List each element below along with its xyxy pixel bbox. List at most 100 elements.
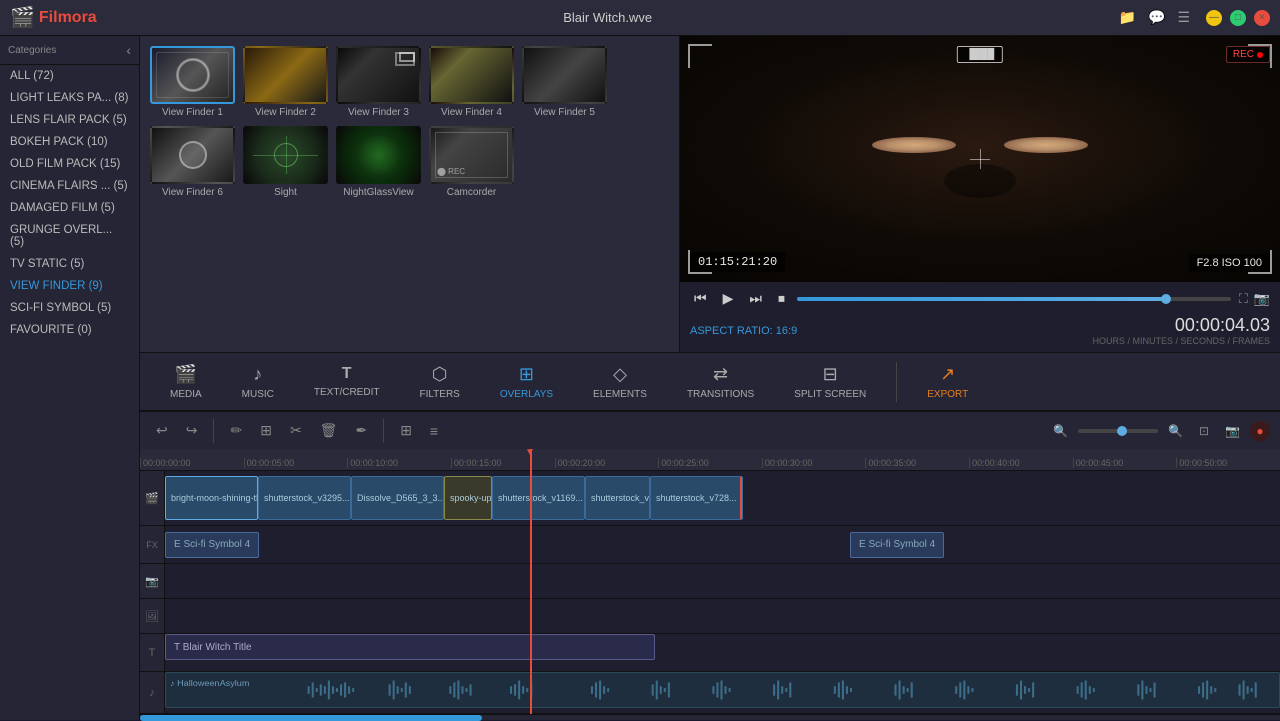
tool-music[interactable]: ♪ MUSIC — [232, 360, 284, 404]
tool-export[interactable]: ↗ EXPORT — [917, 360, 978, 404]
chat-icon[interactable]: 💬 — [1148, 9, 1165, 26]
progress-bar[interactable] — [797, 297, 1231, 301]
tool-elements[interactable]: ◇ ELEMENTS — [583, 360, 657, 404]
vf-timecode: 01:15:21:20 — [690, 252, 785, 272]
sidebar-item-favourite[interactable]: FAVOURITE (0) — [0, 319, 139, 341]
sidebar-item-lens-flair[interactable]: LENS FLAIR PACK (5) — [0, 109, 139, 131]
overlay-item-vf3[interactable]: View Finder 3 — [336, 46, 421, 118]
fit-button[interactable]: ⊡ — [1193, 421, 1215, 441]
sidebar-header: Categories ‹ — [0, 36, 139, 65]
overlay-thumb-sight[interactable] — [243, 126, 328, 184]
tool-transitions[interactable]: ⇄ TRANSITIONS — [677, 360, 764, 404]
snapshot-tl-button[interactable]: 📷 — [1219, 421, 1246, 441]
folder-icon[interactable]: 📁 — [1119, 9, 1136, 26]
undo-button[interactable]: ↩ — [150, 419, 174, 442]
empty-track-1-body — [165, 564, 1280, 598]
skip-back-button[interactable]: ⏮ — [690, 288, 711, 309]
pen-button[interactable]: ✏ — [224, 419, 248, 442]
tool-text[interactable]: T TEXT/CREDIT — [304, 361, 390, 402]
add-audio-button[interactable]: ⊞ — [394, 419, 418, 442]
overlay-item-vf4[interactable]: View Finder 4 — [429, 46, 514, 118]
redo-button[interactable]: ↪ — [180, 419, 204, 442]
overlay-thumb-ngv[interactable] — [336, 126, 421, 184]
zoom-out-button[interactable]: 🔍 — [1047, 421, 1074, 441]
overlay-item-vf5[interactable]: View Finder 5 — [522, 46, 607, 118]
sidebar-item-view-finder[interactable]: VIEW FINDER (9) — [0, 275, 139, 297]
overlay-thumb-vf3[interactable] — [336, 46, 421, 104]
tool-filters[interactable]: ⬡ FILTERS — [409, 360, 469, 404]
sidebar-item-cinema-flairs[interactable]: CINEMA FLAIRS ... (5) — [0, 175, 139, 197]
clip-dissolve[interactable]: Dissolve_D565_3_3... — [351, 476, 444, 520]
progress-thumb — [1161, 294, 1171, 304]
clip-shutterstock-1[interactable]: shutterstock_v3295... — [258, 476, 351, 520]
overlay-thumb-vf5[interactable] — [522, 46, 607, 104]
sidebar-title: Categories — [8, 45, 56, 56]
play-pause-button[interactable]: ▶ — [719, 288, 738, 309]
delete-button[interactable]: 🗑 — [314, 419, 344, 442]
sidebar-item-damaged-film[interactable]: DAMAGED FILM (5) — [0, 197, 139, 219]
overlay-item-vf1[interactable]: View Finder 1 — [150, 46, 235, 118]
text-item-blair-witch[interactable]: T Blair Witch Title — [165, 634, 655, 660]
collapse-button[interactable]: ‹ — [126, 42, 131, 58]
overlay-item-vf2[interactable]: View Finder 2 — [243, 46, 328, 118]
skip-forward-button[interactable]: ⏭ — [745, 288, 766, 309]
preview-info: ASPECT RATIO: 16:9 00:00:04.03 HOURS / M… — [690, 315, 1270, 346]
clip-shutterstock-3[interactable]: shutterstock_v6... — [585, 476, 650, 520]
sidebar-item-old-film[interactable]: OLD FILM PACK (15) — [0, 153, 139, 175]
zoom-thumb[interactable] — [1117, 426, 1127, 436]
effect-sci-fi-2[interactable]: E Sci-fi Symbol 4 — [850, 532, 944, 558]
overlay-thumb-cam[interactable]: ⬤ REC — [429, 126, 514, 184]
effect-sci-fi-1[interactable]: E Sci-fi Symbol 4 — [165, 532, 259, 558]
sidebar-item-grunge-overl[interactable]: GRUNGE OVERL... (5) — [0, 219, 139, 253]
clip-shutterstock-4[interactable]: shutterstock_v728... — [650, 476, 743, 520]
clip-spooky[interactable]: spooky-up... — [444, 476, 492, 520]
tool-media[interactable]: 🎬 MEDIA — [160, 360, 212, 404]
sidebar-item-bokeh[interactable]: BOKEH PACK (10) — [0, 131, 139, 153]
minimize-button[interactable]: — — [1206, 10, 1222, 26]
split-icon: ⊟ — [823, 364, 838, 385]
fullscreen-button[interactable]: ⛶ — [1239, 291, 1248, 307]
project-title: Blair Witch.wve — [563, 10, 652, 25]
overlay-browser: View Finder 1 View Finder 2 View Finder … — [140, 36, 680, 352]
overlay-thumb-vf2[interactable] — [243, 46, 328, 104]
audio-waveform[interactable]: ♪ HalloweenAsylum — [165, 672, 1280, 708]
close-button[interactable]: × — [1254, 10, 1270, 26]
overlay-thumb-vf6[interactable] — [150, 126, 235, 184]
sidebar-item-all[interactable]: ALL (72) — [0, 65, 139, 87]
overlay-thumb-vf1[interactable] — [150, 46, 235, 104]
sidebar-item-light-leaks[interactable]: LIGHT LEAKS PA... (8) — [0, 87, 139, 109]
text-track-icon: T — [149, 647, 156, 659]
menu-icon[interactable]: ☰ — [1177, 9, 1190, 26]
clip-end-marker — [740, 477, 743, 519]
maximize-button[interactable]: □ — [1230, 10, 1246, 26]
rec-dot — [1257, 52, 1263, 58]
settings-tl-button[interactable]: ● — [1250, 421, 1270, 441]
sidebar-item-sci-fi[interactable]: SCI-FI SYMBOL (5) — [0, 297, 139, 319]
split-audio-button[interactable]: ≡ — [424, 420, 444, 442]
marker-button[interactable]: ✒ — [349, 419, 373, 442]
preview-controls: ⏮ ▶ ⏭ ⏹ ⛶ 📷 — [680, 282, 1280, 352]
overlay-item-sight[interactable]: Sight — [243, 126, 328, 198]
zoom-bar[interactable] — [1078, 429, 1158, 433]
stop-button[interactable]: ⏹ — [774, 288, 789, 309]
magnet-button[interactable]: ⊞ — [254, 419, 278, 442]
tl-sep-1 — [213, 419, 214, 443]
snapshot-button[interactable]: 📷 — [1254, 291, 1270, 307]
tool-overlays[interactable]: ⊞ OVERLAYS — [490, 360, 563, 404]
clip-bright-moon[interactable]: bright-moon-shining-th... — [165, 476, 258, 520]
overlay-item-cam[interactable]: ⬤ REC Camcorder — [429, 126, 514, 198]
bottom-scrollbar[interactable] — [140, 714, 1280, 720]
empty-track-2: 🖼 — [140, 599, 1280, 634]
ruler-mark-7: 00:00:35:00 — [865, 458, 969, 468]
overlay-thumb-vf4[interactable] — [429, 46, 514, 104]
ruler-mark-2: 00:00:10:00 — [347, 458, 451, 468]
overlay-item-ngv[interactable]: NightGlassView — [336, 126, 421, 198]
scroll-thumb[interactable] — [140, 715, 482, 721]
trim-button[interactable]: ✂ — [284, 419, 308, 442]
zoom-in-button[interactable]: 🔍 — [1162, 421, 1189, 441]
clip-shutterstock-2[interactable]: shutterstock_v1169... — [492, 476, 585, 520]
overlay-item-vf6[interactable]: View Finder 6 — [150, 126, 235, 198]
elements-label: ELEMENTS — [593, 389, 647, 400]
tool-split-screen[interactable]: ⊟ SPLIT SCREEN — [784, 360, 876, 404]
sidebar-item-tv-static[interactable]: TV STATIC (5) — [0, 253, 139, 275]
